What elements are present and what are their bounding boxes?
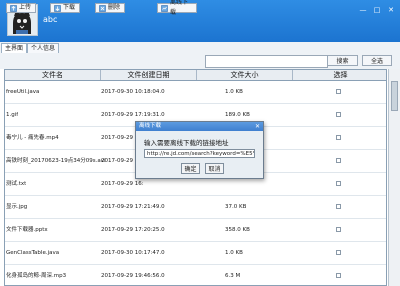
offline-download-label: 离线下载 <box>170 0 189 16</box>
dialog-close-icon[interactable]: ✕ <box>254 123 261 130</box>
upload-button[interactable]: 上传 <box>6 3 36 13</box>
column-header-filename[interactable]: 文件名 <box>5 70 101 80</box>
row-select-checkbox[interactable] <box>336 89 341 94</box>
cancel-button[interactable]: 取消 <box>205 163 224 174</box>
filename-cell: freeUtil.java <box>6 89 40 95</box>
date-cell: 2017-09-29 19:46:56.0 <box>101 273 165 279</box>
minimize-icon[interactable]: — <box>358 6 368 14</box>
tab-main[interactable]: 主界面 <box>1 43 28 53</box>
column-header-created[interactable]: 文件创建日期 <box>101 70 197 80</box>
dialog-prompt: 输入需要离线下载的链接地址 <box>144 139 229 147</box>
ok-button[interactable]: 确定 <box>181 163 200 174</box>
size-cell: 358.0 KB <box>225 227 250 233</box>
table-header: 文件名 文件创建日期 文件大小 选择 <box>5 70 386 81</box>
filename-cell: 高铁时刻_20170623-19点34分09s.avi <box>6 158 106 164</box>
search-input[interactable] <box>205 55 328 68</box>
table-row[interactable]: 化身孤岛的鲸-周深.mp3 2017-09-29 19:46:56.0 6.3 M <box>5 265 386 285</box>
column-header-size[interactable]: 文件大小 <box>197 70 293 80</box>
maximize-icon[interactable]: □ <box>372 6 382 14</box>
close-icon[interactable]: ✕ <box>386 6 396 14</box>
select-all-button[interactable]: 全选 <box>362 55 392 66</box>
filename-cell: 显示.jpg <box>6 204 28 210</box>
size-cell: 37.0 KB <box>225 204 247 210</box>
row-select-checkbox[interactable] <box>336 250 341 255</box>
row-select-checkbox[interactable] <box>336 273 341 278</box>
dialog-title-bar: 离线下载 ✕ <box>136 122 263 131</box>
date-cell: 2017-09-30 10:17:47.0 <box>101 250 165 256</box>
upload-icon <box>10 4 17 12</box>
table-row[interactable]: GenClassTable.java 2017-09-30 10:17:47.0 1… <box>5 242 386 265</box>
delete-icon <box>99 4 106 12</box>
row-select-checkbox[interactable] <box>336 181 341 186</box>
search-button[interactable]: 搜索 <box>327 55 358 66</box>
upload-label: 上传 <box>19 4 32 11</box>
filename-cell: 测试.txt <box>6 181 27 187</box>
filename-cell: 文件下载器.pptx <box>6 227 48 233</box>
scrollbar-thumb[interactable] <box>391 81 398 111</box>
size-cell: 6.3 M <box>225 273 241 279</box>
download-button[interactable]: 下载 <box>50 3 80 13</box>
row-select-checkbox[interactable] <box>336 158 341 163</box>
filename-cell: 化身孤岛的鲸-周深.mp3 <box>6 273 67 279</box>
table-row[interactable]: 显示.jpg 2017-09-29 17:21:49.0 37.0 KB <box>5 196 386 219</box>
filename-cell: GenClassTable.java <box>6 250 60 256</box>
download-label: 下载 <box>63 4 76 11</box>
row-select-checkbox[interactable] <box>336 204 341 209</box>
size-cell: 1.0 KB <box>225 89 243 95</box>
date-cell: 2017-09-29 17:21:49.0 <box>101 204 165 210</box>
size-cell: 1.0 KB <box>225 250 243 256</box>
row-select-checkbox[interactable] <box>336 112 341 117</box>
table-row[interactable]: 文件下载器.pptx 2017-09-29 17:20:25.0 358.0 KB <box>5 219 386 242</box>
filename-cell: 1.gif <box>6 112 19 118</box>
delete-button[interactable]: 删除 <box>95 3 125 13</box>
offline-download-button[interactable]: 离线下载 <box>157 0 197 16</box>
row-select-checkbox[interactable] <box>336 227 341 232</box>
vertical-scrollbar[interactable] <box>388 69 400 286</box>
row-select-checkbox[interactable] <box>336 135 341 140</box>
offline-download-dialog: 离线下载 ✕ 输入需要离线下载的链接地址 http://re.jd.com/se… <box>135 121 264 179</box>
table-row[interactable]: freeUtil.java 2017-09-30 10:18:04.0 1.0 KB <box>5 81 386 104</box>
username: abc <box>43 15 58 24</box>
tab-personal-info[interactable]: 个人信息 <box>27 43 60 53</box>
date-cell: 2017-09-29 17:20:25.0 <box>101 227 165 233</box>
url-input[interactable]: http://re.jd.com/search?keyword=%E5%8A% <box>144 149 255 158</box>
download-icon <box>54 4 61 12</box>
dialog-title: 离线下载 <box>139 123 162 129</box>
delete-label: 删除 <box>108 4 121 11</box>
filename-cell: 毒宁儿 - 痛先春.mp4 <box>6 135 59 141</box>
column-header-select[interactable]: 选择 <box>293 70 386 80</box>
offline-download-icon <box>161 4 168 12</box>
date-cell: 2017-09-30 10:18:04.0 <box>101 89 165 95</box>
